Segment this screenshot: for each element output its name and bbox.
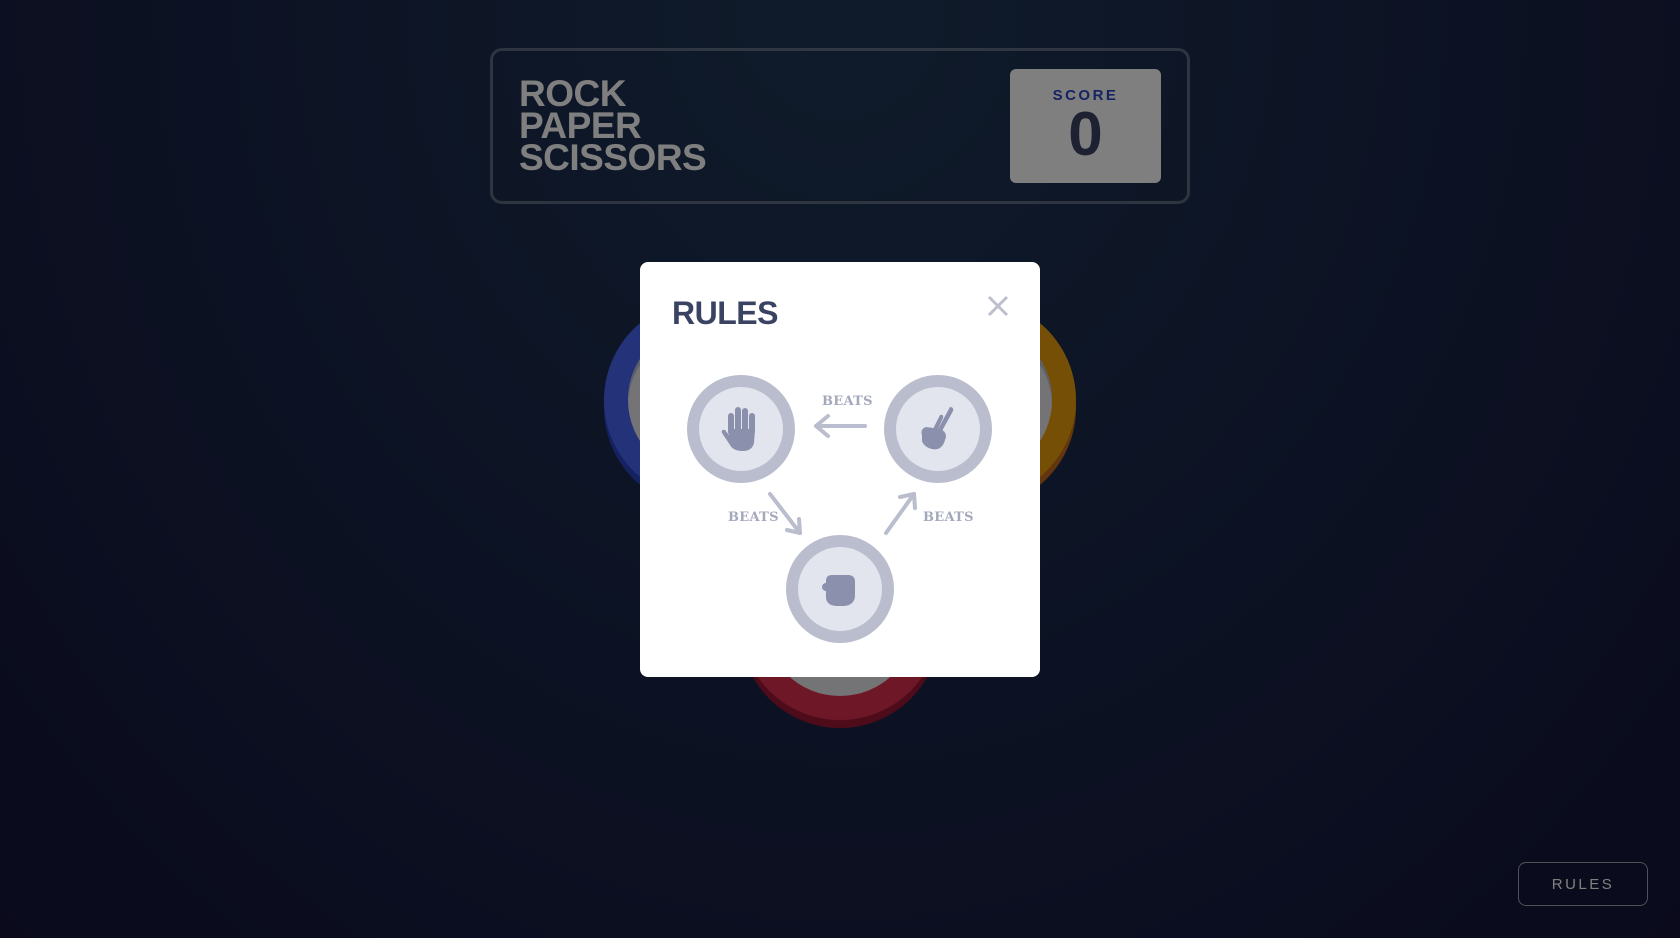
beats-arrows (768, 414, 917, 535)
beats-label-paper-rock: BEATS (728, 510, 779, 525)
rules-modal: RULES BEATS BEATS BEATS (640, 262, 1040, 677)
beats-label-rock-scissors: BEATS (923, 510, 974, 525)
rules-diagram: BEATS BEATS BEATS (640, 262, 1040, 677)
beats-label-scissors-paper: BEATS (822, 394, 873, 409)
